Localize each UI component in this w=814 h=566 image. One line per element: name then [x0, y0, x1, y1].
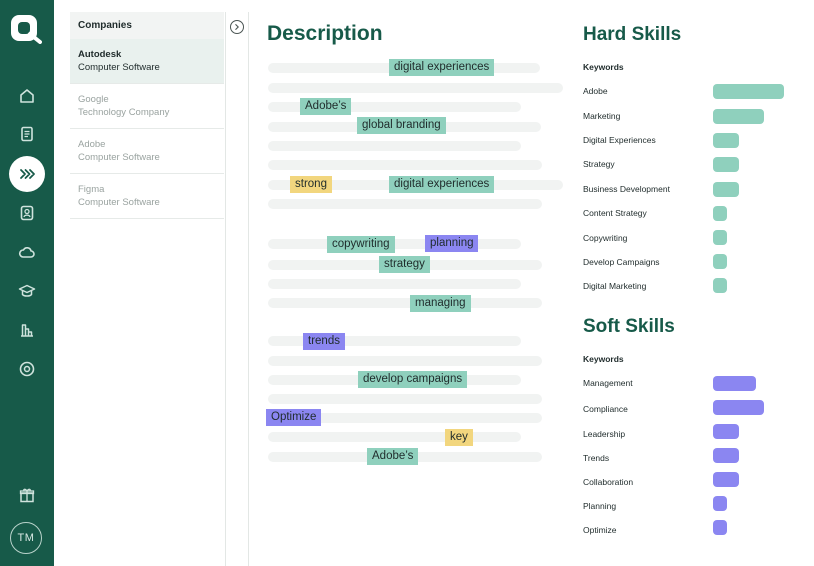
companies-panel: Companies Autodesk Computer Software Goo… [70, 12, 224, 566]
bar-chart-icon[interactable] [9, 312, 45, 348]
chevrons-right-icon[interactable] [9, 156, 45, 192]
company-item-adobe[interactable]: Adobe Computer Software [70, 129, 224, 174]
gift-icon[interactable] [9, 477, 45, 513]
keyword-tag-soft[interactable]: trends [303, 333, 345, 350]
soft-skills-keywords-label: Keywords [583, 354, 624, 364]
skill-label: Content Strategy [583, 208, 647, 218]
text-line [268, 141, 521, 151]
description-title: Description [267, 22, 383, 45]
skill-label: Compliance [583, 404, 628, 414]
keyword-tag-hard[interactable]: copywriting [327, 236, 395, 253]
profile-card-icon[interactable] [9, 195, 45, 231]
company-type: Computer Software [78, 62, 160, 73]
skill-bar [713, 448, 739, 463]
skill-bar [713, 133, 739, 148]
text-line [268, 298, 542, 308]
keyword-tag-soft[interactable]: planning [425, 235, 479, 252]
skill-bar [713, 496, 727, 511]
home-icon[interactable] [9, 78, 45, 114]
skill-label: Marketing [583, 111, 621, 121]
company-type: Computer Software [78, 197, 160, 208]
company-item-figma[interactable]: Figma Computer Software [70, 174, 224, 219]
company-name: Adobe [78, 139, 106, 150]
keyword-tag-hard[interactable]: digital experiences [389, 176, 495, 193]
company-name: Autodesk [78, 49, 122, 60]
skill-bar [713, 278, 727, 293]
skill-label: Strategy [583, 159, 615, 169]
text-line [268, 394, 542, 404]
company-type: Technology Company [78, 107, 170, 118]
text-line [268, 83, 563, 93]
keyword-tag-soft[interactable]: Optimize [266, 409, 322, 426]
sidebar-rail: TM [0, 0, 54, 566]
skill-label: Optimize [583, 525, 617, 535]
companies-header: Companies [70, 12, 224, 39]
skill-bar [713, 182, 739, 197]
skill-bar [713, 254, 727, 269]
keyword-tag-hard[interactable]: managing [410, 295, 471, 312]
skill-label: Collaboration [583, 477, 634, 487]
skill-bar [713, 230, 727, 245]
collapse-panel-button[interactable] [230, 20, 244, 34]
text-line [268, 199, 542, 209]
hard-skills-title: Hard Skills [583, 24, 682, 45]
skill-label: Digital Marketing [583, 281, 647, 291]
skill-label: Develop Campaigns [583, 257, 660, 267]
app-logo[interactable] [10, 14, 42, 44]
keyword-tag-hard[interactable]: Adobe’s [367, 448, 419, 465]
keyword-tag-hard[interactable]: strategy [379, 256, 430, 273]
skill-label: Management [583, 378, 633, 388]
skill-bar [713, 520, 727, 535]
skill-bar [713, 157, 739, 172]
keyword-tag-hard[interactable]: global branding [357, 117, 446, 134]
company-item-google[interactable]: Google Technology Company [70, 84, 224, 129]
skill-bar [713, 400, 764, 415]
text-line [268, 279, 521, 289]
keyword-tag-highlight[interactable]: strong [290, 176, 332, 193]
panel-divider [248, 12, 249, 566]
keyword-tag-hard[interactable]: digital experiences [389, 59, 495, 76]
company-name: Google [78, 94, 109, 105]
chevron-right-icon [235, 24, 239, 30]
skill-bar [713, 472, 739, 487]
text-line [268, 160, 542, 170]
skill-bar [713, 376, 756, 391]
graduation-cap-icon[interactable] [9, 273, 45, 309]
text-line [268, 432, 521, 442]
skill-label: Digital Experiences [583, 135, 656, 145]
keyword-tag-highlight[interactable]: key [445, 429, 473, 446]
hard-skills-keywords-label: Keywords [583, 62, 624, 72]
skill-label: Trends [583, 453, 610, 463]
app-window: TM Companies Autodesk Computer Software … [0, 0, 814, 566]
keyword-tag-hard[interactable]: develop campaigns [358, 371, 468, 388]
skill-bar [713, 424, 739, 439]
skill-label: Planning [583, 501, 617, 511]
company-type: Computer Software [78, 152, 160, 163]
document-icon[interactable] [9, 116, 45, 152]
company-name: Figma [78, 184, 105, 195]
text-line [268, 356, 542, 366]
target-icon[interactable] [9, 351, 45, 387]
company-item-autodesk[interactable]: Autodesk Computer Software [70, 39, 224, 84]
panel-divider [225, 12, 226, 566]
skill-label: Adobe [583, 86, 608, 96]
skill-bar [713, 84, 784, 99]
skill-label: Leadership [583, 429, 626, 439]
soft-skills-title: Soft Skills [583, 316, 675, 337]
skill-label: Copywriting [583, 233, 628, 243]
cloud-icon[interactable] [9, 234, 45, 270]
skill-bar [713, 206, 727, 221]
user-avatar[interactable]: TM [10, 522, 42, 554]
skill-bar [713, 109, 764, 124]
skill-label: Business Development [583, 184, 670, 194]
keyword-tag-hard[interactable]: Adobe’s [300, 98, 352, 115]
